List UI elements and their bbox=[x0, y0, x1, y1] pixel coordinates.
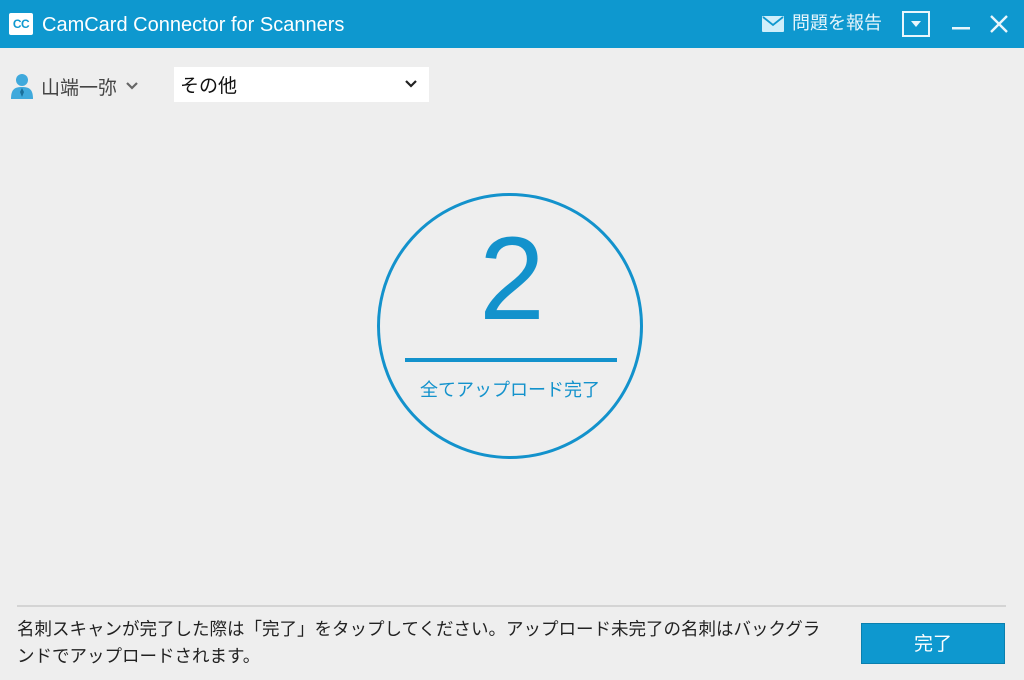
app-logo: CC bbox=[9, 13, 33, 35]
user-name: 山端一弥 bbox=[41, 76, 118, 99]
category-select[interactable]: その他 bbox=[174, 67, 429, 102]
minimize-button[interactable] bbox=[948, 0, 974, 48]
app-title: CamCard Connector for Scanners bbox=[42, 14, 345, 36]
close-button[interactable] bbox=[986, 0, 1012, 48]
close-icon bbox=[990, 15, 1008, 33]
title-bar: CC CamCard Connector for Scanners 問題を報告 bbox=[0, 0, 1024, 48]
dropdown-box-icon bbox=[902, 11, 930, 37]
category-select-value: その他 bbox=[180, 75, 238, 97]
envelope-icon bbox=[762, 16, 784, 32]
footer-divider bbox=[17, 605, 1006, 607]
chevron-down-icon bbox=[126, 82, 138, 90]
upload-status: 全てアップロード完了 bbox=[420, 380, 600, 401]
minimize-icon bbox=[952, 27, 970, 30]
counter-divider bbox=[405, 358, 617, 362]
upload-count: 2 bbox=[479, 213, 545, 345]
person-icon bbox=[11, 74, 33, 99]
menu-button[interactable] bbox=[900, 0, 932, 48]
user-selector[interactable]: 山端一弥 bbox=[11, 70, 139, 102]
report-problem-link[interactable]: 問題を報告 bbox=[762, 0, 882, 48]
report-problem-label: 問題を報告 bbox=[792, 13, 882, 34]
chevron-down-icon bbox=[405, 80, 417, 88]
footer-message: 名刺スキャンが完了した際は「完了」をタップしてください。アップロード未完了の名刺… bbox=[17, 620, 821, 667]
done-button[interactable]: 完了 bbox=[861, 623, 1005, 664]
